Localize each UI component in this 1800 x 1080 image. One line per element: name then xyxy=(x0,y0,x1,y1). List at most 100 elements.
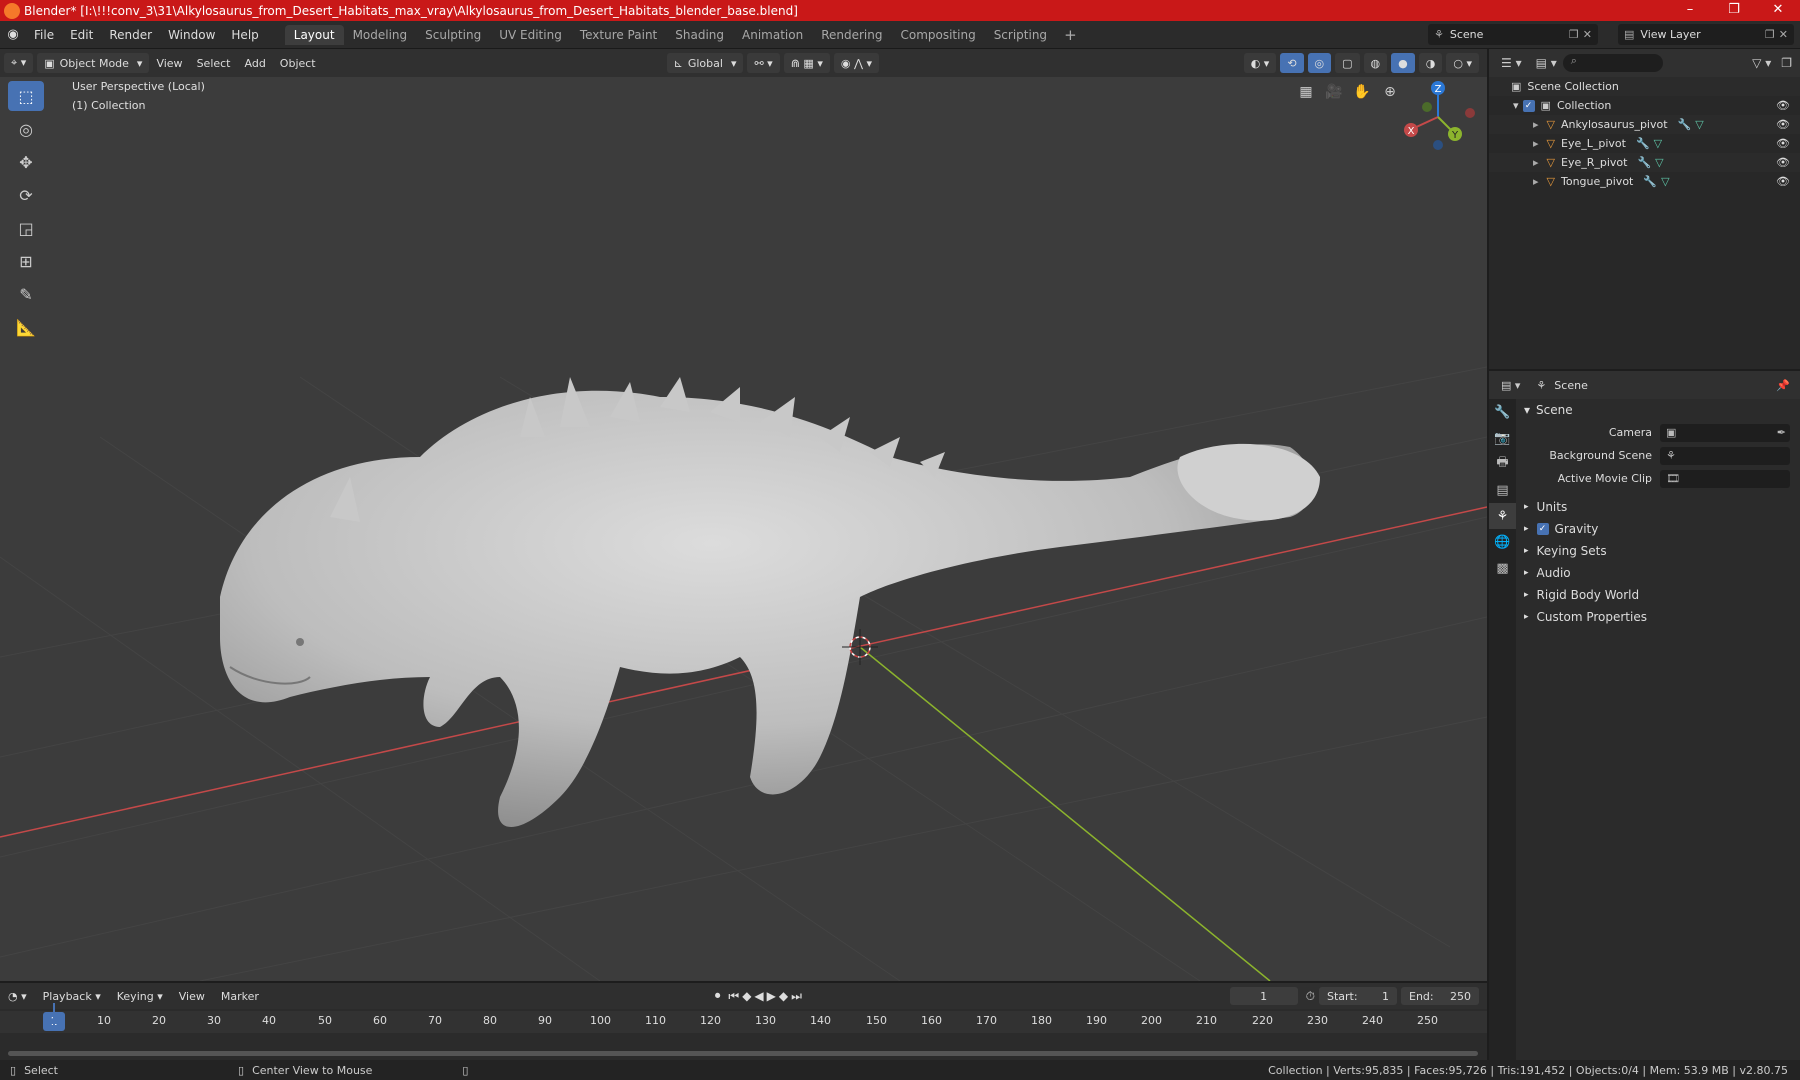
remove-icon[interactable]: ✕ xyxy=(1583,28,1592,41)
mesh-data-icon[interactable]: ▽ xyxy=(1695,118,1703,131)
jump-end-icon[interactable]: ⏭ xyxy=(791,989,805,1003)
current-frame-field[interactable]: 1 xyxy=(1229,987,1298,1005)
next-keyframe-icon[interactable]: ◆ xyxy=(779,989,791,1003)
gravity-checkbox[interactable]: ✓ xyxy=(1536,523,1549,535)
editor-type-button[interactable]: ⌖ ▾ xyxy=(4,53,34,73)
minimize-button[interactable]: – xyxy=(1668,0,1712,21)
close-button[interactable]: ✕ xyxy=(1756,0,1800,21)
menu-render[interactable]: Render xyxy=(101,21,160,49)
menu-timeline-view[interactable]: View xyxy=(171,990,213,1003)
outliner-item[interactable]: ▸ ▽ Ankylosaurus_pivot 🔧 ▽ 👁 xyxy=(1489,115,1800,134)
play-reverse-icon[interactable]: ◀ xyxy=(754,989,766,1003)
gizmo-toggle-button[interactable]: ⟲ xyxy=(1280,53,1304,73)
shading-solid-button[interactable]: ● xyxy=(1391,53,1415,73)
output-tab-icon[interactable]: 🖶 xyxy=(1489,451,1516,477)
modifier-wrench-icon[interactable]: 🔧 xyxy=(1678,118,1692,131)
collection-checkbox[interactable]: ✓ xyxy=(1522,99,1535,112)
eyedropper-icon[interactable]: ✒ xyxy=(1777,426,1786,439)
world-tab-icon[interactable]: 🌐 xyxy=(1489,529,1516,555)
cursor-tool-icon[interactable]: ◎ xyxy=(8,114,44,144)
tab-sculpting[interactable]: Sculpting xyxy=(416,25,490,45)
tab-layout[interactable]: Layout xyxy=(284,24,344,45)
ankylosaurus-model[interactable] xyxy=(220,377,1320,827)
transform-tool-icon[interactable]: ⊞ xyxy=(8,246,44,276)
expand-arrow-icon[interactable]: ▸ xyxy=(1533,137,1539,150)
mesh-data-icon[interactable]: ▽ xyxy=(1654,137,1662,150)
mode-dropdown[interactable]: ▣ Object Mode ▾ xyxy=(37,53,150,73)
expand-arrow-icon[interactable]: ▸ xyxy=(1533,156,1539,169)
eye-icon[interactable]: 👁 xyxy=(1776,175,1790,188)
tab-animation[interactable]: Animation xyxy=(733,25,812,45)
menu-keying[interactable]: Keying ▾ xyxy=(109,990,171,1003)
orientation-gizmo[interactable]: Z X Y xyxy=(1404,81,1475,150)
overlay-button[interactable]: ◎ xyxy=(1307,53,1332,73)
view-layer-tab-icon[interactable]: ▤ xyxy=(1489,477,1516,503)
grid-view-icon[interactable]: ▦ xyxy=(1293,79,1319,105)
outliner-search-input[interactable]: ⌕ xyxy=(1562,54,1663,72)
menu-help[interactable]: Help xyxy=(223,21,266,49)
menu-marker[interactable]: Marker xyxy=(213,990,267,1003)
eye-icon[interactable]: 👁 xyxy=(1776,137,1790,150)
tab-modeling[interactable]: Modeling xyxy=(344,25,417,45)
tab-uv-editing[interactable]: UV Editing xyxy=(490,25,571,45)
keying-sets-panel[interactable]: ▸ Keying Sets xyxy=(1516,540,1800,562)
filter-icon[interactable]: ▽ ▾ xyxy=(1752,56,1771,70)
texture-tab-icon[interactable]: ▩ xyxy=(1489,555,1516,581)
stopwatch-icon[interactable]: ⏱ xyxy=(1306,989,1315,1004)
maximize-button[interactable]: ❐ xyxy=(1712,0,1756,21)
copy-icon[interactable]: ❐ xyxy=(1569,28,1579,41)
outliner-scene-collection[interactable]: ▣ Scene Collection xyxy=(1489,77,1800,96)
end-frame-field[interactable]: End: 250 xyxy=(1401,987,1479,1005)
render-tab-icon[interactable]: 📷 xyxy=(1489,425,1516,451)
modifier-wrench-icon[interactable]: 🔧 xyxy=(1636,137,1650,150)
mesh-data-icon[interactable]: ▽ xyxy=(1655,156,1663,169)
eye-icon[interactable]: 👁 xyxy=(1776,156,1790,169)
tab-scripting[interactable]: Scripting xyxy=(985,25,1056,45)
add-workspace-button[interactable]: + xyxy=(1056,26,1085,44)
menu-edit[interactable]: Edit xyxy=(62,21,101,49)
view-layer-selector[interactable]: ▤ View Layer ❐ ✕ xyxy=(1618,24,1794,45)
remove-icon[interactable]: ✕ xyxy=(1779,28,1788,41)
shading-rendered-button[interactable]: ○ ▾ xyxy=(1446,53,1479,73)
rotate-tool-icon[interactable]: ⟳ xyxy=(8,180,44,210)
audio-panel[interactable]: ▸ Audio xyxy=(1516,562,1800,584)
tab-shading[interactable]: Shading xyxy=(666,25,733,45)
new-collection-icon[interactable]: ❐ xyxy=(1781,56,1792,70)
record-icon[interactable]: ⏺ xyxy=(707,989,729,1003)
blender-logo-icon[interactable]: ◉ xyxy=(0,27,26,42)
menu-add[interactable]: Add xyxy=(238,57,273,70)
tab-compositing[interactable]: Compositing xyxy=(891,25,984,45)
mesh-data-icon[interactable]: ▽ xyxy=(1661,175,1669,188)
scene-tab-icon[interactable]: ⚘ xyxy=(1489,503,1516,529)
eye-icon[interactable]: 👁 xyxy=(1776,99,1790,112)
pin-icon[interactable]: 📌 xyxy=(1776,379,1790,392)
tool-settings-tab-icon[interactable]: 🔧 xyxy=(1489,399,1516,425)
jump-start-icon[interactable]: ⏮ xyxy=(728,989,742,1003)
shading-wireframe-button[interactable]: ◍ xyxy=(1363,53,1388,73)
modifier-wrench-icon[interactable]: 🔧 xyxy=(1637,156,1651,169)
3d-viewport[interactable]: Z X Y ⬚ ◎ ✥ ⟳ ◲ ⊞ ✎ 📐 User Perspective (… xyxy=(0,77,1487,981)
copy-icon[interactable]: ❐ xyxy=(1765,28,1775,41)
background-scene-field[interactable]: ⚘ xyxy=(1660,446,1790,465)
pan-hand-icon[interactable]: ✋ xyxy=(1349,79,1375,105)
timeline-ruler[interactable]: 1 10 20 30 40 50 60 70 80 90 100 110 120… xyxy=(0,1011,1487,1033)
units-panel[interactable]: ▸ Units xyxy=(1516,496,1800,518)
xray-button[interactable]: ▢ xyxy=(1335,53,1360,73)
select-box-tool-icon[interactable]: ⬚ xyxy=(8,81,44,111)
shading-material-button[interactable]: ◑ xyxy=(1418,53,1443,73)
snap-button[interactable]: ⋒ ▦ ▾ xyxy=(783,53,830,73)
tab-rendering[interactable]: Rendering xyxy=(812,25,891,45)
zoom-icon[interactable]: ⊕ xyxy=(1377,79,1403,105)
expand-arrow-icon[interactable]: ▸ xyxy=(1533,118,1539,131)
transform-orientation-dropdown[interactable]: ⊾ Global ▾ xyxy=(666,53,744,73)
scene-selector[interactable]: ⚘ Scene ❐ ✕ xyxy=(1428,24,1598,45)
scale-tool-icon[interactable]: ◲ xyxy=(8,213,44,243)
visibility-button[interactable]: ◐ ▾ xyxy=(1243,53,1277,73)
camera-field[interactable]: ▣ ✒ xyxy=(1660,423,1790,442)
tab-texture-paint[interactable]: Texture Paint xyxy=(571,25,666,45)
outliner-item[interactable]: ▸ ▽ Eye_R_pivot 🔧 ▽ 👁 xyxy=(1489,153,1800,172)
custom-properties-panel[interactable]: ▸ Custom Properties xyxy=(1516,606,1800,628)
rigid-body-world-panel[interactable]: ▸ Rigid Body World xyxy=(1516,584,1800,606)
modifier-wrench-icon[interactable]: 🔧 xyxy=(1643,175,1657,188)
move-tool-icon[interactable]: ✥ xyxy=(8,147,44,177)
